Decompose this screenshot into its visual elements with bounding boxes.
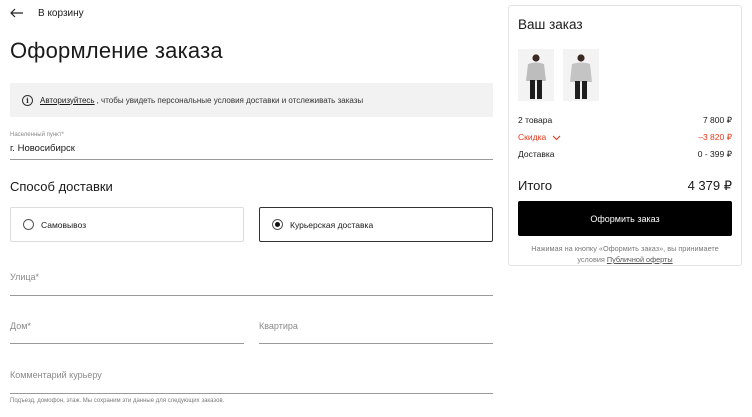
items-row: 2 товара 7 800 ₽ (518, 115, 732, 126)
discount-toggle[interactable]: Скидка (518, 132, 561, 143)
product-thumbnail[interactable] (563, 49, 599, 101)
delivery-row: Доставка 0 - 399 ₽ (518, 149, 732, 160)
radio-selected-dot (275, 222, 280, 227)
comment-field-placeholder: Комментарий курьеру (10, 370, 102, 380)
total-label: Итого (518, 178, 553, 193)
discount-row[interactable]: Скидка –3 820 ₽ (518, 132, 732, 143)
delivery-option-courier-label: Курьерская доставка (290, 219, 374, 230)
delivery-cost-value: 0 - 399 ₽ (697, 149, 732, 159)
discount-label: Скидка (518, 132, 547, 142)
comment-hint: Подъезд, домофон, этаж. Мы сохраним эти … (10, 398, 225, 404)
total-value: 4 379 ₽ (687, 178, 732, 193)
auth-banner: i Авторизуйтесь , чтобы увидеть персонал… (10, 83, 493, 117)
items-count-label: 2 товара (518, 115, 553, 125)
radio-courier[interactable] (272, 219, 283, 230)
info-icon: i (22, 94, 33, 106)
checkout-button[interactable]: Оформить заказ (518, 201, 732, 236)
city-field-label: Населенный пункт* (10, 132, 64, 138)
public-offer-link[interactable]: Публичной оферты (607, 255, 673, 264)
city-field-value: г. Новосибирск (10, 143, 75, 154)
page-title: Оформление заказа (10, 38, 223, 63)
auth-link[interactable]: Авторизуйтесь (40, 96, 95, 105)
apartment-field[interactable]: Квартира (259, 310, 493, 344)
street-field[interactable]: Улица* (10, 262, 493, 296)
terms-notice: Нажимая на кнопку «Оформить заказ», вы п… (518, 243, 732, 265)
radio-pickup[interactable] (23, 219, 34, 230)
items-price: 7 800 ₽ (702, 115, 732, 125)
delivery-cost-label: Доставка (518, 149, 555, 159)
delivery-option-courier[interactable]: Курьерская доставка (259, 207, 493, 242)
delivery-section-title: Способ доставки (10, 179, 113, 194)
product-thumbnail[interactable] (518, 49, 554, 101)
delivery-option-pickup[interactable]: Самовывоз (10, 207, 244, 242)
order-summary-title: Ваш заказ (518, 17, 583, 32)
street-field-placeholder: Улица* (10, 272, 40, 282)
arrow-left-icon (10, 8, 24, 18)
back-link-label: В корзину (38, 7, 84, 19)
city-field[interactable]: Населенный пункт* г. Новосибирск (10, 128, 493, 160)
chevron-down-icon (549, 132, 561, 142)
comment-field[interactable]: Комментарий курьеру (10, 360, 493, 394)
house-field-placeholder: Дом* (10, 321, 31, 331)
house-field[interactable]: Дом* (10, 310, 244, 344)
delivery-option-pickup-label: Самовывоз (41, 219, 87, 230)
discount-value: –3 820 ₽ (698, 132, 732, 142)
total-row: Итого 4 379 ₽ (518, 178, 732, 194)
apartment-field-placeholder: Квартира (259, 321, 298, 331)
auth-banner-text: , чтобы увидеть персональные условия дос… (96, 95, 364, 105)
order-summary: Ваш заказ 2 товара 7 800 ₽ Скидка –3 820… (508, 5, 742, 266)
back-to-cart-link[interactable]: В корзину (10, 5, 84, 21)
